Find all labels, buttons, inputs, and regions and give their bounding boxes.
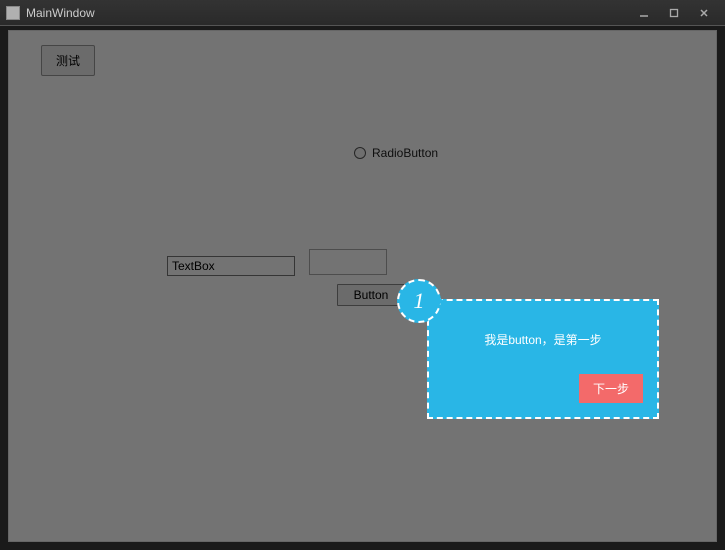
- radio-icon: [354, 147, 366, 159]
- test-button[interactable]: 测试: [41, 45, 95, 76]
- window-title: MainWindow: [26, 6, 629, 20]
- client-area: 测试 RadioButton Button 1 我是button，是第一步 下一…: [8, 30, 717, 542]
- app-icon: [6, 6, 20, 20]
- radio-button[interactable]: RadioButton: [354, 146, 438, 160]
- coach-box: 我是button，是第一步 下一步: [427, 299, 659, 419]
- textbox-2[interactable]: [309, 249, 387, 275]
- coach-next-button[interactable]: 下一步: [579, 374, 643, 403]
- center-button[interactable]: Button: [337, 284, 405, 306]
- window-titlebar: MainWindow: [0, 0, 725, 26]
- radio-label: RadioButton: [372, 146, 438, 160]
- minimize-button[interactable]: [629, 3, 659, 23]
- close-button[interactable]: [689, 3, 719, 23]
- coach-callout: 1 我是button，是第一步 下一步: [409, 281, 669, 419]
- textbox-1[interactable]: [167, 256, 295, 276]
- coach-message: 我是button，是第一步: [447, 331, 639, 348]
- coach-step-badge: 1: [397, 279, 441, 323]
- maximize-button[interactable]: [659, 3, 689, 23]
